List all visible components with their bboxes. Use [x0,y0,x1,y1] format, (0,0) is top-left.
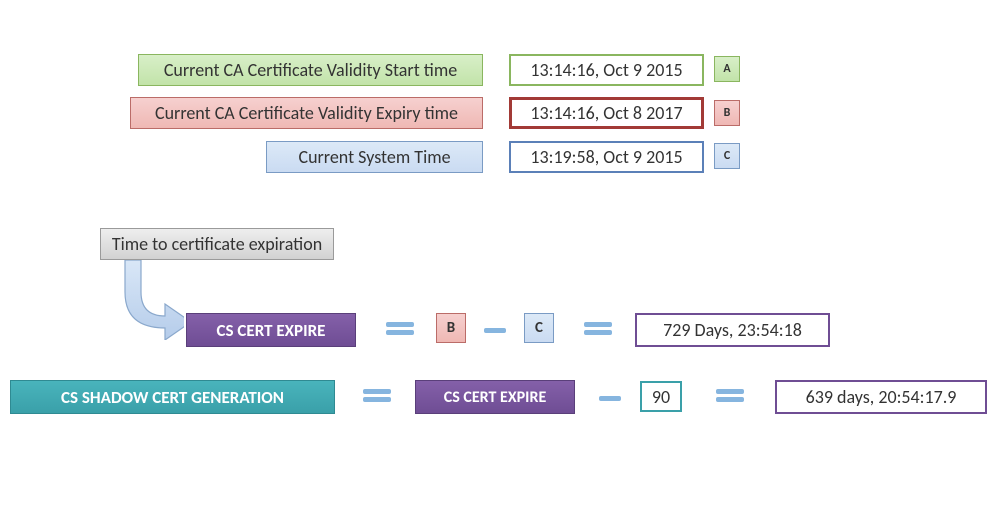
system-time-value: 13:19:58, Oct 9 2015 [509,141,704,173]
variable-c: C [524,313,554,343]
equals-icon [357,386,397,410]
callout-time-to-expiration: Time to certificate expiration [100,228,334,260]
tag-b: B [714,100,740,126]
cs-cert-expire-box: CS CERT EXPIRE [186,313,356,347]
ca-expiry-value: 13:14:16, Oct 8 2017 [509,97,704,129]
minus-icon [595,386,625,410]
callout-arrow-icon [105,260,195,340]
cs-cert-expire-result: 729 Days, 23:54:18 [635,313,830,347]
equals-icon [710,386,750,410]
equals-icon [578,319,618,343]
minus-icon [480,318,510,342]
ca-expiry-label: Current CA Certificate Validity Expiry t… [130,97,483,129]
tag-c: C [714,143,740,169]
cs-shadow-cert-generation-box: CS SHADOW CERT GENERATION [10,380,335,414]
equals-icon [380,319,420,343]
tag-a: A [714,56,740,82]
ca-start-value: 13:14:16, Oct 9 2015 [509,54,704,86]
system-time-label: Current System Time [266,141,483,173]
cs-shadow-cert-result: 639 days, 20:54:17.9 [775,380,987,414]
constant-90: 90 [640,381,682,412]
variable-b: B [436,313,466,343]
cs-cert-expire-ref-box: CS CERT EXPIRE [415,380,575,414]
ca-start-label: Current CA Certificate Validity Start ti… [138,54,483,86]
